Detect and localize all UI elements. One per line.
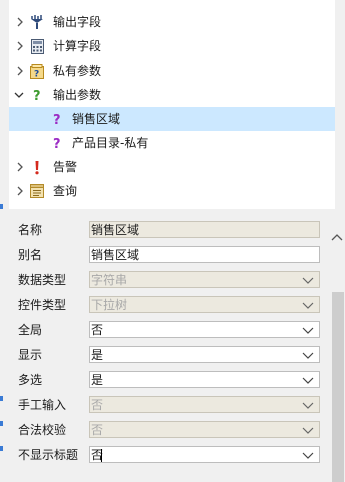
field-value: 是 [91, 348, 104, 362]
chevron-down-icon[interactable] [302, 300, 314, 310]
chevron-down-icon[interactable] [302, 275, 314, 285]
gutter-mark [0, 204, 3, 209]
tree-node-sales-region[interactable]: ? 销售区域 [9, 107, 335, 131]
field-value: 下拉树 [91, 298, 128, 312]
chevron-down-icon[interactable] [302, 425, 314, 435]
property-row-multi-select: 多选 是 [9, 368, 329, 392]
alias-field[interactable]: 销售区域 [89, 246, 320, 263]
chevron-right-icon[interactable] [13, 184, 27, 198]
tree-node-label: 告警 [53, 160, 78, 174]
property-grid: 名称 销售区域 别名 销售区域 数据类型 字符串 控件类型 下拉树 全局 否 显… [9, 218, 329, 482]
property-row-data-type: 数据类型 字符串 [9, 268, 329, 292]
chevron-right-icon[interactable] [13, 15, 27, 29]
vertical-scrollbar[interactable] [329, 218, 345, 482]
global-select[interactable]: 否 [89, 321, 320, 338]
property-label: 名称 [18, 223, 43, 237]
chevron-down-icon[interactable] [12, 88, 26, 102]
tree-node-label: 计算字段 [53, 39, 102, 53]
property-label: 数据类型 [18, 273, 67, 287]
hide-title-select[interactable]: 否 [89, 446, 320, 463]
chevron-right-icon[interactable] [13, 39, 27, 53]
tree-node-label: 销售区域 [72, 112, 121, 126]
param-question-icon: ? [50, 135, 64, 151]
chevron-right-icon[interactable] [13, 64, 27, 78]
property-row-alias: 别名 销售区域 [9, 243, 329, 267]
validation-select[interactable]: 否 [89, 421, 320, 438]
chevron-down-icon[interactable] [302, 375, 314, 385]
gutter-mark [0, 446, 3, 451]
gutter-mark [0, 396, 3, 401]
tree-node-label: 输出参数 [53, 88, 102, 102]
tree-node-calc-fields[interactable]: 计算字段 [9, 34, 335, 58]
field-value: 是 [91, 373, 104, 387]
tree-node-label: 查询 [53, 184, 78, 198]
tree-node-output-fields[interactable]: 输出字段 [9, 10, 335, 34]
tree-node-private-params[interactable]: ? 私有参数 [9, 59, 335, 83]
scrollbar-thumb[interactable] [332, 292, 344, 482]
query-icon [30, 183, 44, 199]
name-field[interactable]: 销售区域 [89, 221, 320, 238]
tree-node-label: 产品目录-私有 [72, 136, 149, 150]
field-value: 销售区域 [91, 248, 140, 262]
alert-icon [30, 159, 44, 175]
display-select[interactable]: 是 [89, 346, 320, 363]
chevron-down-icon[interactable] [302, 450, 314, 460]
chevron-down-icon[interactable] [302, 400, 314, 410]
text-caret [101, 449, 102, 462]
property-row-manual-input: 手工输入 否 [9, 393, 329, 417]
field-value: 否 [91, 423, 104, 437]
property-row-display: 显示 是 [9, 343, 329, 367]
tree-node-product-catalog[interactable]: ? 产品目录-私有 [9, 131, 335, 155]
tree-node-label: 私有参数 [53, 64, 102, 78]
output-field-icon [30, 14, 44, 30]
output-param-icon: ? [30, 87, 44, 103]
tree-node-label: 输出字段 [53, 15, 102, 29]
calc-field-icon [30, 38, 44, 54]
param-question-icon: ? [50, 111, 64, 127]
property-label: 合法校验 [18, 423, 67, 437]
field-value: 销售区域 [91, 223, 140, 237]
private-param-icon: ? [30, 63, 44, 79]
gutter-mark [0, 421, 3, 426]
svg-text:?: ? [34, 69, 39, 79]
manual-input-select[interactable]: 否 [89, 396, 320, 413]
property-label: 不显示标题 [18, 448, 79, 462]
chevron-down-icon[interactable] [302, 325, 314, 335]
property-label: 别名 [18, 248, 43, 262]
property-label: 全局 [18, 323, 43, 337]
property-row-control-type: 控件类型 下拉树 [9, 293, 329, 317]
svg-text:?: ? [33, 89, 41, 102]
property-label: 多选 [18, 373, 43, 387]
property-row-validation: 合法校验 否 [9, 418, 329, 442]
svg-text:?: ? [53, 137, 61, 150]
property-label: 控件类型 [18, 298, 67, 312]
property-label: 手工输入 [18, 398, 67, 412]
property-label: 显示 [18, 348, 43, 362]
parameter-tree: 输出字段 计算字段 ? 私有参数 ? 输出参数 ? 销售区域 ? 产品目录-私有… [9, 0, 335, 209]
svg-text:?: ? [53, 113, 61, 126]
property-row-hide-title: 不显示标题 否 [9, 443, 329, 467]
field-value: 否 [91, 398, 104, 412]
chevron-down-icon[interactable] [302, 350, 314, 360]
data-type-select[interactable]: 字符串 [89, 271, 320, 288]
control-type-select[interactable]: 下拉树 [89, 296, 320, 313]
tree-node-output-params[interactable]: ? 输出参数 [9, 83, 335, 107]
tree-node-alerts[interactable]: 告警 [9, 155, 335, 179]
scroll-up-icon[interactable] [331, 232, 343, 242]
chevron-right-icon[interactable] [13, 160, 27, 174]
property-row-global: 全局 否 [9, 318, 329, 342]
property-row-name: 名称 销售区域 [9, 218, 329, 242]
tree-node-query[interactable]: 查询 [9, 179, 335, 203]
multi-select-select[interactable]: 是 [89, 371, 320, 388]
field-value: 字符串 [91, 273, 128, 287]
field-value: 否 [91, 323, 104, 337]
